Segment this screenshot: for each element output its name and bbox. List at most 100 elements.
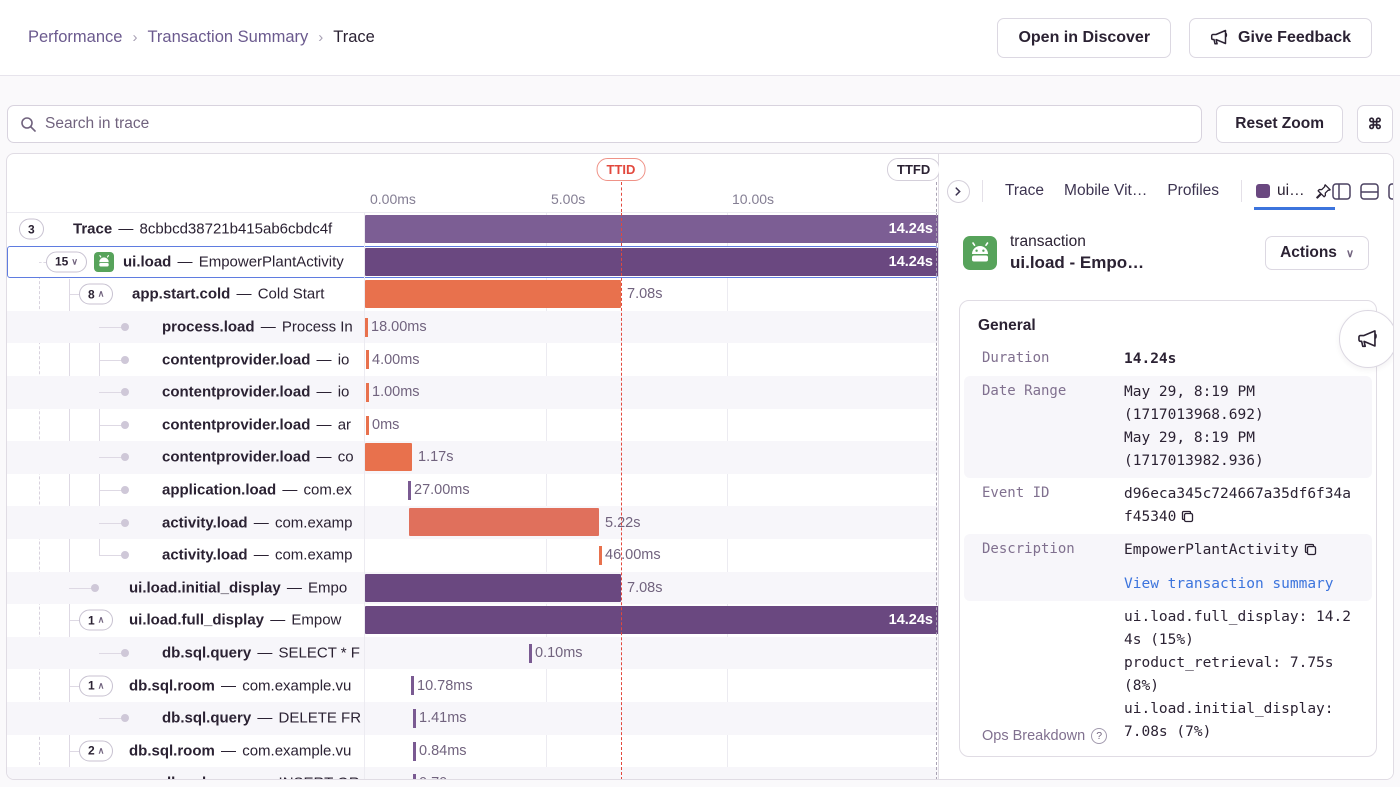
span-duration-bar[interactable]: [365, 443, 412, 471]
span-tree-cell: db.sql.query — DELETE FR: [7, 702, 365, 735]
span-description: ar: [338, 416, 351, 433]
copy-icon[interactable]: [1181, 510, 1194, 523]
actions-button[interactable]: Actions ∨: [1265, 236, 1369, 270]
span-duration-tick[interactable]: [599, 546, 602, 565]
trace-row[interactable]: application.load — com.ex27.00ms: [7, 474, 938, 507]
span-label: ui.load.full_display — Empow: [129, 612, 341, 629]
span-duration-bar[interactable]: [365, 280, 621, 308]
span-description: EmpowerPlantActivity: [199, 253, 344, 270]
divider: [1241, 180, 1242, 202]
search-box[interactable]: [7, 105, 1202, 143]
span-label: activity.load — com.examp: [162, 547, 352, 564]
span-duration-tick[interactable]: [411, 676, 414, 695]
floating-feedback-button[interactable]: [1339, 310, 1393, 368]
copy-icon[interactable]: [1304, 543, 1317, 556]
span-op: contentprovider.load: [162, 351, 310, 368]
trace-row[interactable]: 15∨ui.load — EmpowerPlantActivity14.24s: [7, 246, 938, 279]
span-duration-tick[interactable]: [365, 318, 368, 337]
trace-row[interactable]: 1∧ ui.load.full_display — Empow 14.24s: [7, 604, 938, 637]
trace-row[interactable]: 1∧db.sql.room — com.example.vu10.78ms: [7, 669, 938, 702]
trace-row[interactable]: contentprovider.load — io1.00ms: [7, 376, 938, 409]
tab-trace[interactable]: Trace: [995, 182, 1054, 200]
span-duration-bar[interactable]: [365, 574, 621, 602]
layout-sidebar-left-icon[interactable]: [1332, 183, 1351, 200]
span-duration-tick[interactable]: [413, 742, 416, 761]
trace-row[interactable]: contentprovider.load — ar0ms: [7, 409, 938, 442]
span-count-pill[interactable]: 8∧: [79, 284, 113, 305]
span-duration-bar[interactable]: 14.24s: [365, 215, 938, 243]
span-duration-bar[interactable]: 14.24s: [365, 606, 938, 634]
search-input[interactable]: [45, 115, 1189, 133]
span-description: SELECT * F: [279, 645, 360, 662]
span-count-pill[interactable]: 1∧: [79, 610, 113, 631]
leaf-dot: [121, 388, 129, 396]
pin-icon[interactable]: [1315, 183, 1332, 200]
span-chart-cell: 14.24s: [365, 213, 938, 246]
span-description: Empow: [291, 612, 341, 629]
span-count-pill[interactable]: 3: [19, 219, 44, 240]
trace-row[interactable]: 3Trace — 8cbbcd38721b415ab6cbdc4f14.24s: [7, 213, 938, 246]
leaf-dot: [121, 356, 129, 364]
span-count-pill[interactable]: 15∨: [46, 251, 87, 272]
transaction-header: transaction ui.load - Empo… Actions ∨: [963, 232, 1369, 274]
span-label: ui.load.initial_display — Empo: [129, 579, 347, 596]
leaf-dot: [121, 486, 129, 494]
span-duration-tick[interactable]: [413, 709, 416, 728]
trace-row[interactable]: contentprovider.load — co1.17s: [7, 441, 938, 474]
trace-row[interactable]: db.sql.query — INSERT OR0.70: [7, 767, 938, 780]
expand-drawer-button[interactable]: [947, 180, 970, 203]
duration-label: 14.24s: [889, 612, 933, 628]
span-duration-tick[interactable]: [413, 774, 416, 780]
span-duration-tick[interactable]: [366, 350, 369, 369]
span-duration-tick[interactable]: [366, 416, 369, 435]
trace-row[interactable]: 2∧db.sql.room — com.example.vu0.84ms: [7, 735, 938, 768]
span-duration-tick[interactable]: [529, 644, 532, 663]
trace-row[interactable]: contentprovider.load — io4.00ms: [7, 343, 938, 376]
megaphone-icon: [1210, 29, 1229, 46]
tab-transaction-active[interactable]: ui…: [1254, 174, 1309, 208]
help-icon[interactable]: ?: [1091, 728, 1107, 744]
trace-row[interactable]: 8∧app.start.cold — Cold Start7.08s: [7, 278, 938, 311]
reset-zoom-button[interactable]: Reset Zoom: [1216, 105, 1343, 143]
transaction-type-label: transaction: [1010, 232, 1144, 252]
chevron-up-icon: ∧: [98, 289, 105, 300]
open-in-discover-button[interactable]: Open in Discover: [997, 18, 1171, 58]
trace-row[interactable]: activity.load — com.examp5.22s: [7, 506, 938, 539]
dash-separator: —: [310, 449, 337, 466]
trace-rows: 3Trace — 8cbbcd38721b415ab6cbdc4f14.24s1…: [7, 213, 938, 780]
tree-connector: [69, 620, 79, 621]
layout-sidebar-right-icon[interactable]: [1388, 183, 1393, 200]
shortcut-button[interactable]: ⌘: [1357, 105, 1393, 143]
span-op: activity.load: [162, 547, 248, 564]
duration-label: 1.00ms: [372, 384, 420, 400]
span-tree-cell: contentprovider.load — co: [7, 441, 365, 474]
layout-bottom-panel-icon[interactable]: [1360, 183, 1379, 200]
give-feedback-button[interactable]: Give Feedback: [1189, 18, 1372, 58]
view-transaction-summary-link[interactable]: View transaction summary: [1124, 573, 1358, 596]
duration-label: 0.10ms: [535, 645, 583, 661]
span-tree-cell: contentprovider.load — ar: [7, 409, 365, 442]
trace-row[interactable]: ui.load.initial_display — Empo 7.08s: [7, 572, 938, 605]
detail-value-line: 14.24s: [1124, 348, 1358, 371]
trace-row[interactable]: process.load — Process In18.00ms: [7, 311, 938, 344]
tab-mobile-vit-[interactable]: Mobile Vit…: [1054, 182, 1157, 200]
dash-separator: —: [310, 351, 337, 368]
breadcrumb-item[interactable]: Performance: [28, 28, 122, 47]
trace-row[interactable]: activity.load — com.examp 46.00ms: [7, 539, 938, 572]
span-count-pill[interactable]: 1∧: [79, 675, 113, 696]
span-description: com.ex: [304, 482, 352, 499]
span-duration-tick[interactable]: [408, 481, 411, 500]
duration-label: 7.08s: [627, 580, 662, 596]
trace-row[interactable]: db.sql.query — SELECT * F0.10ms: [7, 637, 938, 670]
tab-profiles[interactable]: Profiles: [1157, 182, 1229, 200]
span-duration-tick[interactable]: [366, 383, 369, 402]
span-tree-cell: activity.load — com.examp: [7, 539, 365, 572]
duration-label: 14.24s: [889, 221, 933, 237]
duration-label: 46.00ms: [605, 547, 661, 563]
trace-row[interactable]: db.sql.query — DELETE FR1.41ms: [7, 702, 938, 735]
span-duration-bar[interactable]: [409, 508, 599, 536]
child-count: 1: [88, 679, 95, 693]
span-count-pill[interactable]: 2∧: [79, 740, 113, 761]
span-duration-bar[interactable]: 14.24s: [365, 248, 938, 276]
breadcrumb-item[interactable]: Transaction Summary: [147, 28, 308, 47]
